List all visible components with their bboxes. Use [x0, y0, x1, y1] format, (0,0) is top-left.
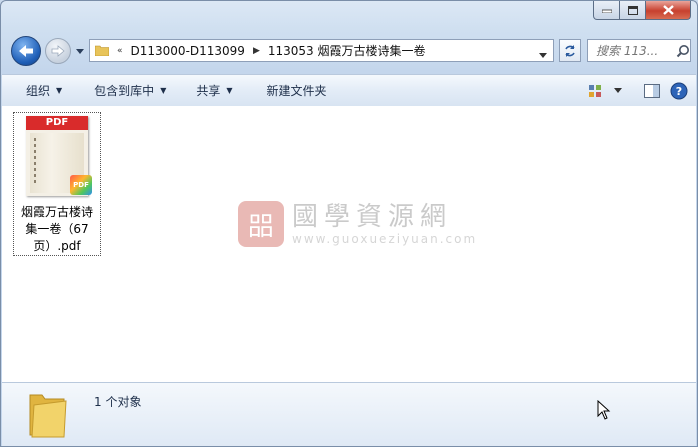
new-folder-button[interactable]: 新建文件夹: [243, 75, 337, 106]
organize-label: 组织: [26, 84, 51, 98]
svg-text:?: ?: [676, 85, 682, 98]
folder-icon: [29, 394, 67, 438]
chevron-down-icon: ▼: [226, 86, 233, 95]
address-dropdown[interactable]: [539, 47, 547, 61]
share-label: 共享: [196, 84, 221, 98]
help-icon: ?: [670, 82, 688, 99]
recent-pages-dropdown[interactable]: [75, 45, 85, 57]
close-button[interactable]: [646, 1, 691, 20]
command-toolbar: 组织 ▼ 包含到库中 ▼ 共享 ▼ 新建文件夹 ?: [2, 74, 696, 107]
forward-button[interactable]: [45, 38, 71, 64]
watermark: 㗊 國學資源網 www.guoxueziyuan.com: [238, 201, 477, 247]
refresh-icon: [565, 44, 575, 57]
new-folder-label: 新建文件夹: [266, 84, 327, 98]
chevron-down-icon: [76, 48, 84, 54]
overflow-chevron[interactable]: «: [117, 46, 123, 56]
file-list[interactable]: PDF PDF 烟霞万古楼诗 集一卷（67 页）.pdf 㗊 國學資源網 www…: [2, 106, 696, 382]
file-name-line: 烟霞万古楼诗: [20, 205, 93, 219]
address-bar[interactable]: « D113000-D113099 ▶ 113053 烟霞万古楼诗集一卷: [89, 39, 554, 62]
pdf-type-band: PDF: [26, 116, 88, 130]
view-dropdown[interactable]: [614, 81, 622, 101]
refresh-button[interactable]: [559, 39, 581, 62]
chevron-down-icon: ▼: [160, 86, 167, 95]
caption-buttons: [593, 1, 691, 20]
change-view-button[interactable]: [588, 81, 604, 101]
folder-icon: [95, 45, 109, 56]
breadcrumb-separator-icon[interactable]: ▶: [253, 46, 260, 56]
breadcrumb-parent[interactable]: D113000-D113099: [131, 44, 245, 58]
watermark-title: 國學資源網: [292, 202, 453, 232]
search-box[interactable]: [587, 39, 691, 62]
view-options-icon: [589, 84, 601, 97]
back-arrow-icon: [19, 45, 33, 57]
help-button[interactable]: ?: [670, 81, 688, 101]
item-count: 1 个对象: [94, 395, 142, 409]
preview-pane-icon: [644, 83, 660, 98]
organize-menu[interactable]: 组织 ▼: [2, 75, 72, 106]
search-input[interactable]: [594, 42, 676, 59]
page-text-lines: [34, 138, 36, 184]
watermark-seal: 㗊: [238, 201, 284, 247]
mouse-cursor-icon: [597, 400, 611, 420]
minimize-button[interactable]: [593, 1, 620, 20]
search-icon[interactable]: [676, 44, 690, 58]
details-pane: 1 个对象: [2, 382, 696, 446]
back-button[interactable]: [11, 36, 41, 66]
share-menu[interactable]: 共享 ▼: [176, 75, 242, 106]
breadcrumb-current[interactable]: 113053 烟霞万古楼诗集一卷: [268, 42, 426, 59]
toolbar-right: ?: [588, 75, 688, 106]
file-item[interactable]: PDF PDF 烟霞万古楼诗 集一卷（67 页）.pdf: [13, 112, 101, 256]
maximize-button[interactable]: [620, 1, 646, 20]
file-name-line: 集一卷（67: [25, 222, 89, 236]
maximize-icon: [627, 5, 638, 15]
forward-arrow-icon: [51, 45, 65, 57]
navigation-bar: « D113000-D113099 ▶ 113053 烟霞万古楼诗集一卷: [9, 35, 691, 67]
chevron-down-icon: [614, 88, 622, 93]
chevron-down-icon: ▼: [56, 86, 63, 95]
watermark-text: 國學資源網 www.guoxueziyuan.com: [292, 202, 477, 246]
chevron-down-icon: [539, 53, 547, 58]
include-in-library-menu[interactable]: 包含到库中 ▼: [72, 75, 176, 106]
pdf-app-badge-icon: PDF: [70, 175, 92, 195]
include-in-library-label: 包含到库中: [94, 84, 155, 98]
close-icon: [662, 5, 674, 15]
file-name: 烟霞万古楼诗 集一卷（67 页）.pdf: [14, 204, 100, 255]
file-name-line: 页）.pdf: [33, 239, 81, 253]
explorer-window: « D113000-D113099 ▶ 113053 烟霞万古楼诗集一卷 组织 ▼…: [0, 0, 698, 447]
minimize-icon: [601, 9, 612, 13]
watermark-url: www.guoxueziyuan.com: [292, 232, 478, 246]
preview-pane-button[interactable]: [644, 81, 660, 101]
